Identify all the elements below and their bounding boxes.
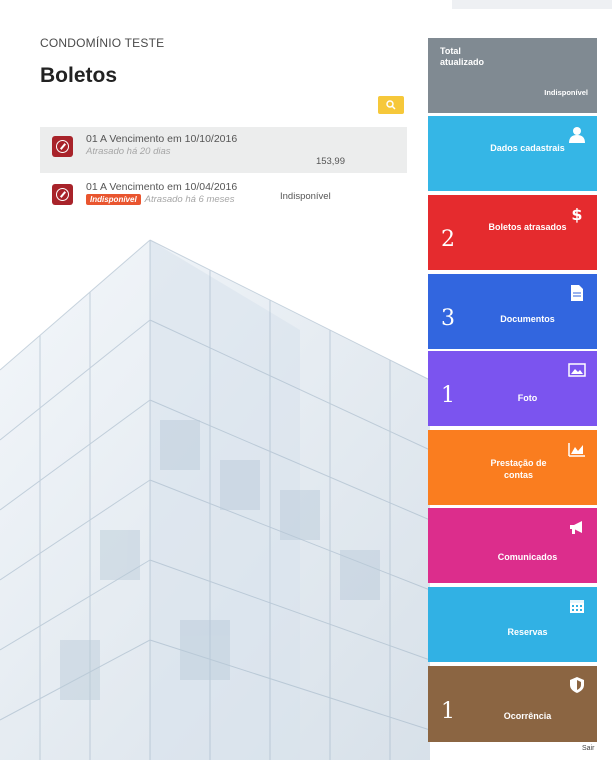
megaphone-icon (570, 521, 582, 534)
tile-dados-cadastrais[interactable]: Dados cadastrais (428, 116, 597, 191)
total-title: Total atualizado (440, 46, 485, 67)
overdue-clock-icon (52, 184, 73, 205)
boleto-overdue-text: Indisponível Atrasado há 6 meses (86, 194, 234, 205)
boleto-due-date: 01 A Vencimento em 10/04/2016 (86, 181, 238, 193)
search-button[interactable] (378, 96, 404, 114)
tile-count: 2 (441, 227, 455, 252)
page-title: Boletos (40, 64, 118, 87)
calendar-icon (570, 600, 584, 613)
tile-count: 1 (441, 699, 455, 724)
tile-comunicados[interactable]: Comunicados (428, 508, 597, 583)
tile-label: Reservas (507, 627, 548, 637)
boleto-row[interactable]: 01 A Vencimento em 10/04/2016 Indisponív… (40, 175, 407, 221)
boleto-value: 153,99 (315, 156, 345, 167)
document-icon (571, 285, 583, 301)
boleto-overdue-label: Atrasado há 6 meses (144, 194, 235, 205)
tile-label: Documentos (500, 314, 555, 324)
boleto-value: Indisponível (280, 191, 331, 202)
status-badge: Indisponível (86, 194, 141, 205)
image-icon (568, 363, 586, 377)
tile-count: 1 (441, 383, 455, 408)
search-icon (386, 100, 396, 110)
tile-prestacao-de-contas[interactable]: Prestação de contas (428, 430, 597, 505)
tile-boletos-atrasados[interactable]: $ 2 Boletos atrasados (428, 195, 597, 270)
tile-label: Dados cadastrais (490, 143, 565, 153)
tile-reservas[interactable]: Reservas (428, 587, 597, 662)
tile-foto[interactable]: 1 Foto (428, 351, 597, 426)
tile-label: Comunicados (497, 552, 558, 562)
condominium-name: CONDOMÍNIO TESTE (40, 36, 165, 50)
tile-documentos[interactable]: 3 Documentos (428, 274, 597, 349)
chart-icon (568, 443, 585, 457)
boleto-row[interactable]: 01 A Vencimento em 10/10/2016 Atrasado h… (40, 127, 407, 173)
tile-label: Foto (517, 393, 538, 403)
logout-link[interactable]: Sair (582, 745, 594, 752)
top-strip (452, 0, 612, 9)
boleto-overdue-text: Atrasado há 20 dias (86, 146, 171, 157)
tile-label: Boletos atrasados (488, 222, 567, 232)
tile-label: Ocorrência (503, 711, 552, 721)
total-value: Indisponível (544, 88, 588, 97)
tile-label: Prestação de contas (490, 458, 547, 480)
tile-ocorrencia[interactable]: 1 Ocorrência (428, 666, 597, 742)
overdue-clock-icon (52, 136, 73, 157)
tile-count: 3 (441, 306, 455, 331)
boleto-due-date: 01 A Vencimento em 10/10/2016 (86, 133, 238, 145)
shield-icon (570, 677, 584, 693)
tile-total-atualizado: Total atualizado Indisponível (428, 38, 597, 113)
